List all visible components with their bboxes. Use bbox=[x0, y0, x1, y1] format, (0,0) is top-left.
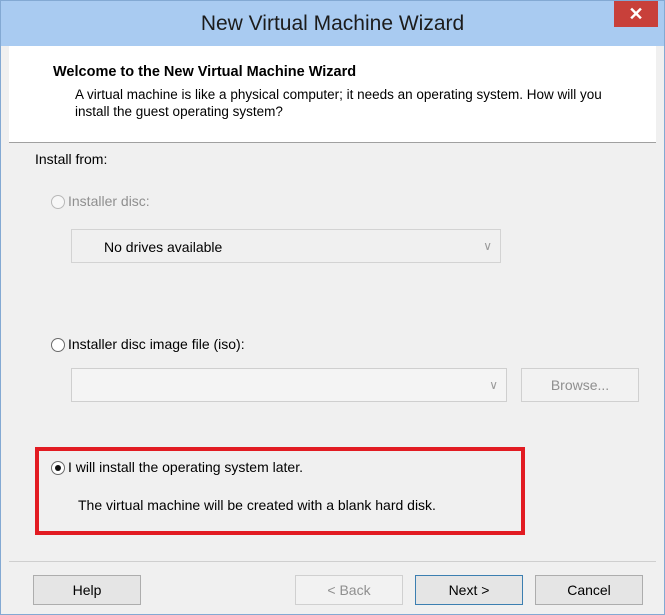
highlight-box bbox=[35, 447, 525, 535]
header-title: Welcome to the New Virtual Machine Wizar… bbox=[53, 64, 357, 80]
chevron-down-icon: ∨ bbox=[489, 378, 498, 392]
help-button[interactable]: Help bbox=[33, 575, 141, 605]
iso-label: Installer disc image file (iso): bbox=[68, 336, 245, 352]
wizard-header: Welcome to the New Virtual Machine Wizar… bbox=[9, 46, 656, 143]
wizard-footer: Help < Back Next > Cancel bbox=[9, 561, 656, 615]
cancel-button[interactable]: Cancel bbox=[535, 575, 643, 605]
drive-select[interactable]: No drives available ∨ bbox=[71, 229, 501, 263]
close-button[interactable]: ✕ bbox=[614, 1, 658, 27]
title-bar: New Virtual Machine Wizard ✕ bbox=[1, 1, 664, 46]
window-title: New Virtual Machine Wizard bbox=[200, 12, 465, 35]
browse-button[interactable]: Browse... bbox=[521, 368, 639, 402]
installer-disc-radio[interactable] bbox=[51, 195, 65, 209]
next-button[interactable]: Next > bbox=[415, 575, 523, 605]
iso-path-input[interactable]: ∨ bbox=[71, 368, 507, 402]
iso-radio[interactable] bbox=[51, 338, 65, 352]
drive-select-value: No drives available bbox=[104, 239, 223, 255]
install-from-label: Install from: bbox=[35, 151, 108, 167]
wizard-window: New Virtual Machine Wizard ✕ Welcome to … bbox=[0, 0, 665, 615]
back-button[interactable]: < Back bbox=[295, 575, 403, 605]
installer-disc-label: Installer disc: bbox=[68, 193, 150, 209]
header-description: A virtual machine is like a physical com… bbox=[75, 87, 602, 119]
chevron-down-icon: ∨ bbox=[483, 239, 492, 253]
close-icon: ✕ bbox=[628, 4, 644, 24]
